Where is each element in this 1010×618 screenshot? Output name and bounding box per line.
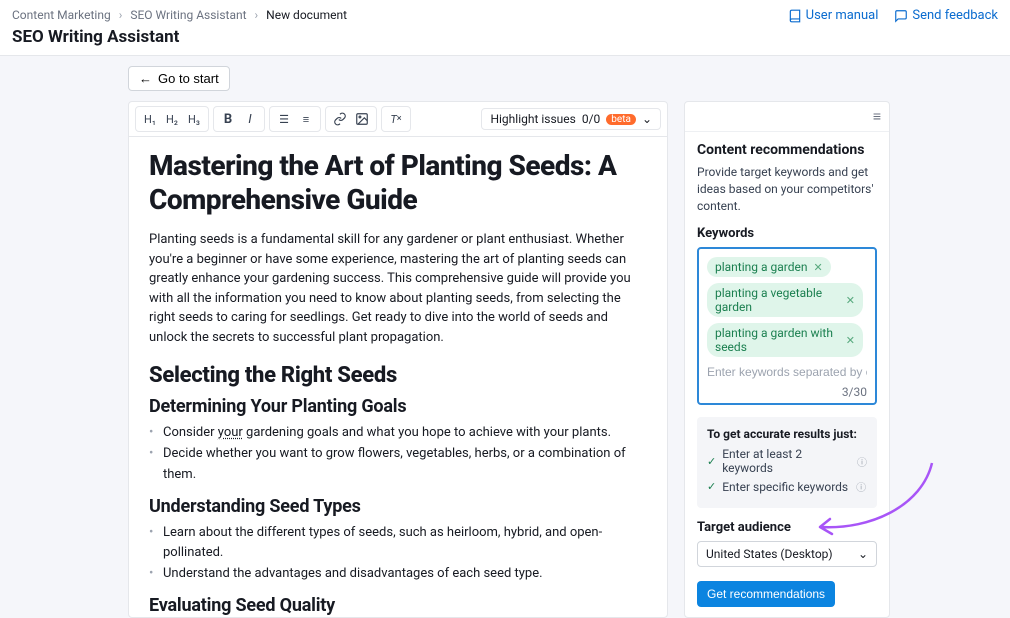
keyword-chip[interactable]: planting a garden✕ [707, 257, 831, 277]
chevron-down-icon: ⌄ [642, 112, 652, 126]
send-feedback-link[interactable]: Send feedback [894, 8, 998, 23]
chat-icon [894, 9, 908, 23]
tips-box: To get accurate results just: ✓ Enter at… [697, 417, 877, 508]
issue-count: 0/0 [582, 112, 600, 126]
list-item[interactable]: Learn about the different types of seeds… [149, 523, 647, 565]
doc-h3-goals[interactable]: Determining Your Planting Goals [149, 396, 647, 417]
image-button[interactable] [352, 109, 372, 129]
panel-title: Content recommendations [697, 142, 877, 158]
editor-toolbar: H₁ H₂ H₃ B I ☰ ≡ T× [129, 102, 667, 137]
book-icon [788, 9, 802, 23]
keyword-counter: 3/30 [707, 385, 867, 399]
keywords-input-box[interactable]: planting a garden✕ planting a vegetable … [697, 247, 877, 405]
list-item[interactable]: Consider your gardening goals and what y… [149, 423, 647, 444]
tip-row: ✓ Enter at least 2 keywords ⓘ [707, 447, 867, 475]
info-icon[interactable]: ⓘ [856, 479, 866, 494]
beta-badge: beta [606, 114, 636, 125]
user-manual-link[interactable]: User manual [788, 8, 879, 23]
list-item[interactable]: Understand the advantages and disadvanta… [149, 564, 647, 585]
remove-chip-icon[interactable]: ✕ [813, 261, 822, 274]
page-title: SEO Writing Assistant [12, 27, 998, 47]
remove-chip-icon[interactable]: ✕ [846, 294, 855, 307]
doc-title[interactable]: Mastering the Art of Planting Seeds: A C… [149, 149, 647, 216]
doc-h3-seed-types[interactable]: Understanding Seed Types [149, 496, 647, 517]
doc-h3-quality[interactable]: Evaluating Seed Quality [149, 595, 647, 616]
breadcrumb: Content Marketing › SEO Writing Assistan… [12, 8, 347, 22]
panel-description: Provide target keywords and get ideas ba… [697, 164, 877, 214]
chevron-right-icon: › [119, 8, 123, 22]
recommendations-panel: ≡ Content recommendations Provide target… [684, 101, 890, 618]
highlight-issues-toggle[interactable]: Highlight issues 0/0 beta ⌄ [481, 108, 661, 130]
heading1-button[interactable]: H₁ [140, 109, 160, 129]
doc-intro[interactable]: Planting seeds is a fundamental skill fo… [149, 230, 647, 347]
go-to-start-button[interactable]: ← Go to start [128, 66, 230, 91]
target-audience-label: Target audience [697, 520, 877, 535]
keywords-input[interactable] [707, 363, 867, 381]
keywords-label: Keywords [697, 226, 877, 241]
heading3-button[interactable]: H₃ [184, 109, 204, 129]
breadcrumb-current: New document [266, 8, 347, 22]
tips-header: To get accurate results just: [707, 427, 867, 441]
chevron-right-icon: › [255, 8, 259, 22]
breadcrumb-content-marketing[interactable]: Content Marketing [12, 8, 111, 22]
check-icon: ✓ [707, 480, 716, 493]
heading2-button[interactable]: H₂ [162, 109, 182, 129]
breadcrumb-seo-assistant[interactable]: SEO Writing Assistant [130, 8, 246, 22]
menu-icon[interactable]: ≡ [873, 108, 881, 125]
link-button[interactable] [330, 109, 350, 129]
editor-panel: H₁ H₂ H₃ B I ☰ ≡ T× [128, 101, 668, 618]
info-icon[interactable]: ⓘ [857, 454, 867, 469]
list-item[interactable]: Decide whether you want to grow flowers,… [149, 444, 647, 486]
arrow-left-icon: ← [139, 71, 152, 86]
chevron-down-icon: ⌄ [858, 547, 868, 561]
keyword-chip[interactable]: planting a garden with seeds✕ [707, 323, 863, 357]
bold-button[interactable]: B [218, 109, 238, 129]
doc-h2-selecting[interactable]: Selecting the Right Seeds [149, 363, 647, 388]
italic-button[interactable]: I [240, 109, 260, 129]
editor-content[interactable]: Mastering the Art of Planting Seeds: A C… [129, 137, 667, 617]
check-icon: ✓ [707, 455, 716, 468]
remove-chip-icon[interactable]: ✕ [846, 334, 855, 347]
keyword-chip[interactable]: planting a vegetable garden✕ [707, 283, 863, 317]
bullet-list-button[interactable]: ☰ [274, 109, 294, 129]
clear-format-button[interactable]: T× [386, 109, 406, 129]
get-recommendations-button[interactable]: Get recommendations [697, 581, 835, 607]
numbered-list-button[interactable]: ≡ [296, 109, 316, 129]
tip-row: ✓ Enter specific keywords ⓘ [707, 479, 867, 494]
target-audience-select[interactable]: United States (Desktop) ⌄ [697, 541, 877, 567]
